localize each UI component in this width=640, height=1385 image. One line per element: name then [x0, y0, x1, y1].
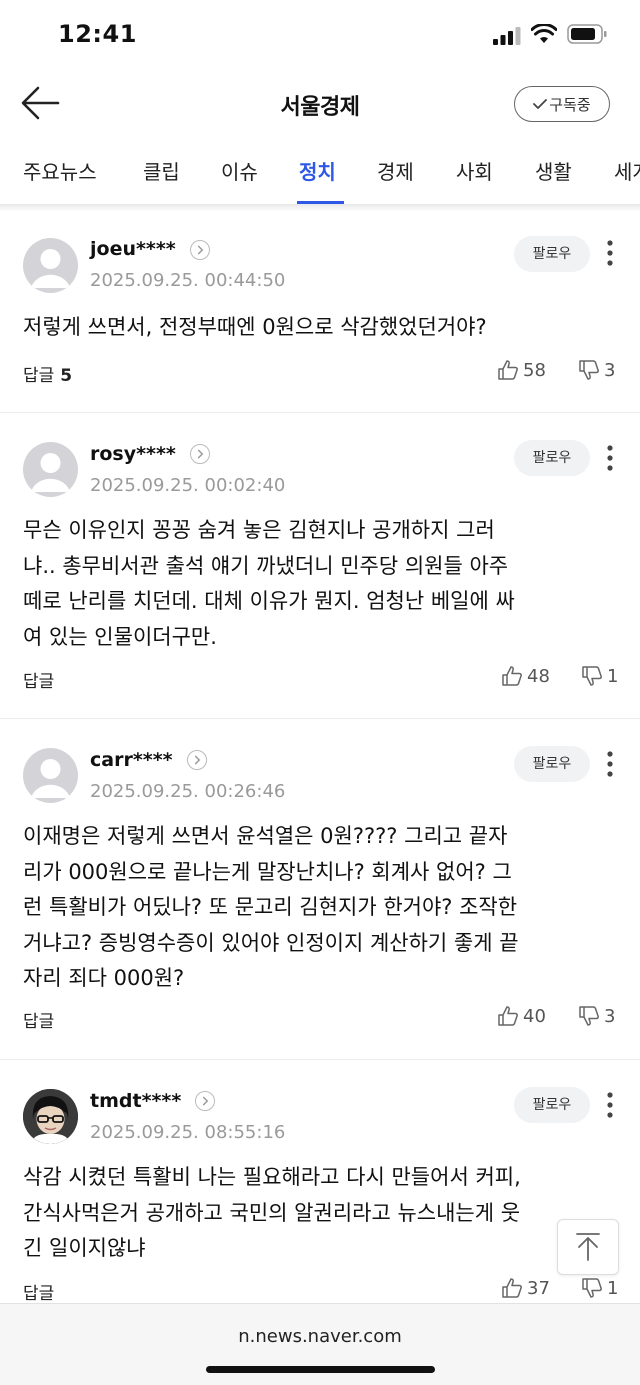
reply-button[interactable]: 답글 — [23, 1279, 54, 1304]
profile-chevron-icon[interactable] — [195, 1091, 215, 1111]
comment-timestamp: 2025.09.25. 08:55:16 — [90, 1122, 286, 1143]
dislike-count: 3 — [604, 359, 616, 381]
follow-button[interactable]: 팔로우 — [514, 746, 590, 782]
user-avatar-icon — [23, 1089, 78, 1144]
default-avatar-icon — [31, 453, 70, 492]
like-count: 37 — [527, 1277, 550, 1299]
comment-username[interactable]: tmdt**** — [90, 1090, 181, 1112]
tab-world[interactable]: 세계 — [614, 156, 640, 206]
thumbs-up-icon — [502, 666, 522, 686]
scroll-to-top-button[interactable] — [557, 1219, 619, 1275]
header: 서울경제 구독중 — [0, 75, 640, 135]
avatar[interactable] — [23, 442, 78, 497]
category-tabs: 주요뉴스 클립 이슈 정치 경제 사회 생활 세계 — [0, 140, 640, 206]
more-options-icon[interactable] — [604, 239, 616, 267]
dislike-button[interactable]: 1 — [581, 665, 618, 687]
comment-text: 저렇게 쓰면서, 전정부때엔 0원으로 삭감했었던거야? — [23, 315, 487, 339]
thumbs-up-icon — [498, 360, 518, 380]
tab-clip[interactable]: 클립 — [143, 156, 180, 206]
comment-timestamp: 2025.09.25. 00:02:40 — [90, 475, 286, 496]
dislike-button[interactable]: 3 — [578, 359, 615, 381]
comment-text: 무슨 이유인지 꽁꽁 숨겨 놓은 김현지나 공개하지 그러 냐.. 총무비서관 … — [23, 518, 515, 649]
thumbs-up-icon — [498, 1006, 518, 1026]
comment-text: 이재명은 저렇게 쓰면서 윤석열은 0원???? 그리고 끝자 리가 000원으… — [23, 824, 519, 990]
tab-issue[interactable]: 이슈 — [221, 156, 258, 206]
subscribe-label: 구독중 — [549, 95, 591, 114]
follow-button[interactable]: 팔로우 — [514, 236, 590, 272]
like-button[interactable]: 37 — [501, 1277, 550, 1299]
like-button[interactable]: 58 — [497, 359, 546, 381]
avatar[interactable] — [23, 238, 78, 293]
subscribe-button[interactable]: 구독중 — [514, 86, 610, 122]
dislike-button[interactable]: 1 — [581, 1277, 618, 1299]
reply-button[interactable]: 답글 — [23, 1007, 54, 1032]
comment-timestamp: 2025.09.25. 00:44:50 — [90, 270, 286, 291]
thumbs-down-icon — [579, 1006, 599, 1026]
dislike-count: 1 — [607, 665, 619, 687]
like-count: 40 — [523, 1005, 546, 1027]
thumbs-down-icon — [579, 360, 599, 380]
avatar[interactable] — [23, 748, 78, 803]
default-avatar-icon — [31, 249, 70, 288]
comment-timestamp: 2025.09.25. 00:26:46 — [90, 781, 286, 802]
profile-chevron-icon[interactable] — [187, 750, 207, 770]
comment-item: rosy**** 2025.09.25. 00:02:40 팔로우 무슨 이유인… — [0, 413, 640, 718]
profile-chevron-icon[interactable] — [190, 444, 210, 464]
like-count: 48 — [527, 665, 550, 687]
comment-item: tmdt**** 2025.09.25. 08:55:16 팔로우 삭감 시켰던… — [0, 1060, 640, 1304]
reply-count: 5 — [60, 366, 73, 386]
home-indicator[interactable] — [206, 1366, 435, 1373]
thumbs-up-icon — [502, 1278, 522, 1298]
tab-society[interactable]: 사회 — [456, 156, 493, 206]
check-icon — [533, 99, 548, 109]
tabs-shadow — [0, 204, 640, 212]
more-options-icon[interactable] — [604, 750, 616, 778]
comment-username[interactable]: rosy**** — [90, 443, 176, 465]
more-options-icon[interactable] — [604, 1091, 616, 1119]
like-button[interactable]: 48 — [501, 665, 550, 687]
status-bar: 12:41 — [0, 0, 640, 70]
comment-item: carr**** 2025.09.25. 00:26:46 팔로우 이재명은 저… — [0, 719, 640, 1059]
follow-button[interactable]: 팔로우 — [514, 1087, 590, 1123]
dislike-count: 1 — [607, 1277, 619, 1299]
more-options-icon[interactable] — [604, 444, 616, 472]
comment-username[interactable]: joeu**** — [90, 238, 176, 260]
reply-button[interactable]: 답글 — [23, 667, 54, 692]
wifi-icon — [531, 24, 557, 43]
tab-main-news[interactable]: 주요뉴스 — [23, 156, 97, 206]
browser-address-bar: n.news.naver.com — [0, 1303, 640, 1385]
tab-life[interactable]: 생활 — [535, 156, 572, 206]
comment-text: 삭감 시켰던 특활비 나는 필요해라고 다시 만들어서 커피, 간식사먹은거 공… — [23, 1165, 521, 1260]
url-text[interactable]: n.news.naver.com — [0, 1326, 640, 1347]
profile-chevron-icon[interactable] — [190, 240, 210, 260]
tab-economy[interactable]: 경제 — [377, 156, 414, 206]
like-count: 58 — [523, 359, 546, 381]
like-button[interactable]: 40 — [497, 1005, 546, 1027]
dislike-count: 3 — [604, 1005, 616, 1027]
reply-button[interactable]: 답글 5 — [23, 361, 72, 386]
tab-politics[interactable]: 정치 — [299, 156, 336, 206]
default-avatar-icon — [31, 759, 70, 798]
status-time: 12:41 — [58, 20, 137, 48]
battery-icon — [567, 24, 607, 44]
thumbs-down-icon — [582, 1278, 602, 1298]
thumbs-down-icon — [582, 666, 602, 686]
avatar[interactable] — [23, 1089, 78, 1144]
cellular-signal-icon — [493, 27, 521, 45]
dislike-button[interactable]: 3 — [578, 1005, 615, 1027]
follow-button[interactable]: 팔로우 — [514, 440, 590, 476]
arrow-up-icon — [576, 1233, 600, 1261]
comment-username[interactable]: carr**** — [90, 749, 173, 771]
comment-item: joeu**** 2025.09.25. 00:44:50 팔로우 저렇게 쓰면… — [0, 212, 640, 412]
